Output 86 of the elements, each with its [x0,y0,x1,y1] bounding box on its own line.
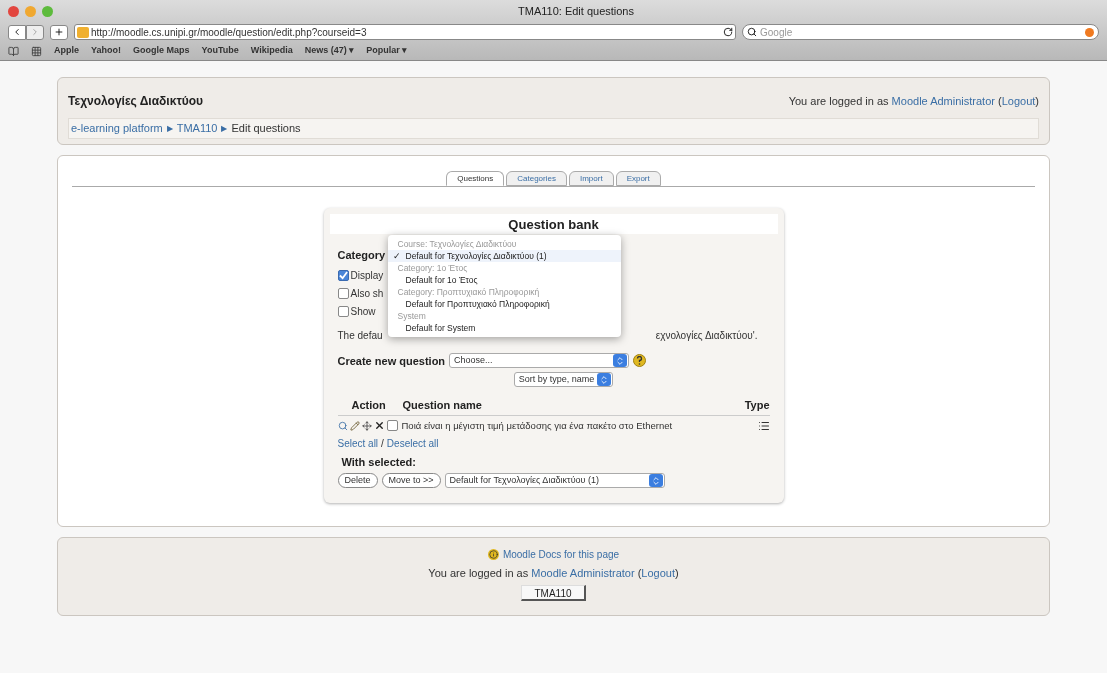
docs-link[interactable]: Moodle Docs for this page [502,547,620,562]
site-title: Τεχνολογίες Διαδικτύου [68,93,204,110]
multiple-choice-icon [757,419,770,432]
menu-group-label: Category: 1ο Έτος [396,262,469,274]
bookmark-item[interactable]: Wikipedia [250,44,293,58]
checkbox[interactable] [386,420,398,432]
window-title: TMA110: Edit questions [518,3,634,19]
bookmarks-icon[interactable] [8,45,19,57]
menu-option[interactable]: Default for 1ο Έτος [387,274,621,286]
note-text: The defau [337,328,383,343]
stepper-icon [648,474,663,488]
link-separator: / [381,436,384,451]
tab[interactable]: Export [615,171,661,186]
option-label: Display [350,268,384,283]
add-bookmark-button[interactable] [50,24,68,40]
checkbox[interactable] [337,269,349,281]
forward-icon [30,27,40,37]
menu-group-label: Course: Τεχνολογίες Διαδικτύου [396,238,518,250]
menu-group-label: Category: Προπτυχιακό Πληροφορική [396,286,541,298]
panel-title: Question bank [508,215,599,234]
help-icon[interactable] [633,354,647,368]
checkbox[interactable] [337,287,349,299]
target-category-select[interactable]: Default for Τεχνολογίες Διαδικτύου (1) [444,473,665,489]
menu-option[interactable]: Default for System [387,322,621,334]
tab[interactable]: Import [568,171,614,186]
login-info: You are logged in as Moodle Administrator (Logout) [788,93,1039,109]
option-label: Also sh [350,286,384,301]
bookmark-item[interactable]: News (47) ▾ [304,44,355,58]
option-label: Show [350,304,376,319]
menu-option[interactable]: Default for Προπτυχιακό Πληροφορική [387,298,621,310]
bookmark-item[interactable]: Popular ▾ [366,44,408,58]
user-link[interactable]: Moodle Administrator [891,94,995,107]
forward-button[interactable] [26,24,44,40]
plus-icon [54,27,64,37]
back-button[interactable] [8,24,26,40]
checkbox[interactable] [337,305,349,317]
with-selected-label: With selected: [341,454,417,470]
site-favicon-icon [77,26,89,38]
select-all-link[interactable]: Select all [337,435,379,451]
reload-icon[interactable] [723,27,733,37]
sort-select[interactable]: Sort by type, name [513,372,614,387]
url-text: http://moodle.cs.unipi.gr/moodle/question/edit.php?courseid=3 [91,25,368,40]
bookmark-item[interactable]: Yahoo! [91,44,122,58]
column-header: Action [350,398,387,413]
move-button[interactable]: Move to >> [381,473,441,489]
stepper-icon [613,354,628,368]
logout-link[interactable]: Logout [641,567,675,579]
tab[interactable]: Categories [506,171,567,186]
delete-button[interactable]: Delete [337,473,378,489]
question-type-select[interactable]: Choose... [449,353,630,369]
breadcrumb-current: Edit questions [231,121,301,137]
move-icon[interactable] [361,420,372,431]
search-placeholder: Google [760,25,794,40]
stepper-icon [597,373,612,386]
logout-link[interactable]: Logout [1001,94,1036,107]
note-text: εχνολογίες Διαδικτύου'. [655,328,758,343]
bookmark-item[interactable]: YouTube [201,44,239,58]
preview-icon[interactable] [337,420,348,431]
bookmark-item[interactable]: Apple [54,44,79,58]
delete-icon[interactable] [373,420,385,432]
category-label: Category [337,248,386,263]
course-button[interactable]: TMA110 [521,584,586,601]
breadcrumb-separator: ▶ [221,122,228,135]
address-field[interactable]: http://moodle.cs.unipi.gr/moodle/question/edit.php?courseid=3 [74,24,736,40]
login-info: You are logged in as Moodle Administrator (Logout) [428,566,679,581]
checkmark-icon: ✓ [392,250,401,262]
search-icon [747,27,757,37]
top-sites-icon[interactable] [31,45,42,57]
edit-icon[interactable] [349,420,360,431]
bookmark-item[interactable]: Google Maps [133,44,190,58]
breadcrumb-separator: ▶ [166,122,173,135]
info-icon [487,549,499,560]
breadcrumb-link[interactable]: e-learning platform [71,120,163,137]
column-header: Question name [402,398,483,413]
close-icon[interactable] [8,5,19,17]
user-link[interactable]: Moodle Administrator [531,567,635,579]
breadcrumb-link[interactable]: TMA110 [176,120,218,137]
create-label: Create new question [337,353,446,369]
menu-group-label: System [396,310,427,322]
tab[interactable]: Questions [446,171,505,186]
back-icon [12,27,22,37]
feed-icon[interactable] [1085,27,1094,37]
question-name: Ποιά είναι η μέγιστη τιμή μετάδοσης για ένα πακέτο στο Ethernet [401,418,674,433]
deselect-all-link[interactable]: Deselect all [386,435,439,451]
menu-option[interactable]: ✓ Default for Τεχνολογίες Διαδικτύου (1) [387,250,621,262]
column-header: Type [744,398,770,413]
